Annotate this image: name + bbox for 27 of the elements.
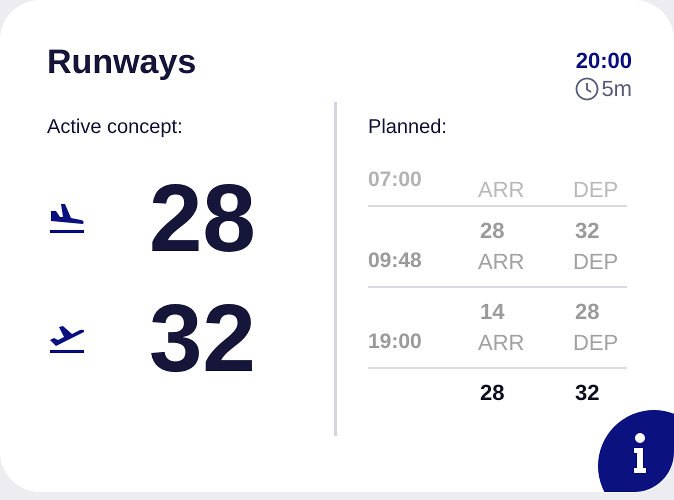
planned-label: Planned: — [368, 115, 448, 140]
runway-number: 28 — [480, 217, 504, 245]
planned-row[interactable]: 09:48 28 ARR 32 DEP — [368, 207, 627, 288]
planned-row[interactable]: 28 32 — [368, 369, 627, 419]
runway-mode: ARR — [478, 176, 524, 204]
runway-number: 28 — [575, 298, 600, 326]
card-title: Runways — [47, 42, 196, 82]
runway-number: 32 — [575, 217, 600, 245]
runway-mode: DEP — [573, 329, 618, 357]
runway-mode: ARR — [478, 329, 524, 357]
runway-number: 28 — [480, 379, 504, 407]
planned-time: 19:00 — [368, 328, 423, 354]
runway-mode: DEP — [573, 176, 618, 204]
planned-time: 07:00 — [368, 166, 423, 192]
planned-row[interactable]: 19:00 14 ARR 28 DEP — [368, 288, 627, 369]
runway-number: 32 — [149, 289, 256, 389]
runway-mode: ARR — [478, 248, 524, 276]
planned-time: 09:48 — [368, 248, 423, 274]
clock-icon — [575, 77, 600, 101]
runway-number: 14 — [480, 298, 504, 326]
active-concept-label: Active concept: — [47, 115, 184, 140]
runway-number: 28 — [149, 169, 256, 269]
update-time: 20:00 — [576, 48, 632, 74]
refresh-interval: 5m — [601, 76, 632, 102]
planned-row[interactable]: 07:00 ARR DEP — [368, 152, 627, 207]
runway-mode: DEP — [573, 248, 618, 276]
runway-number: 32 — [575, 379, 600, 407]
